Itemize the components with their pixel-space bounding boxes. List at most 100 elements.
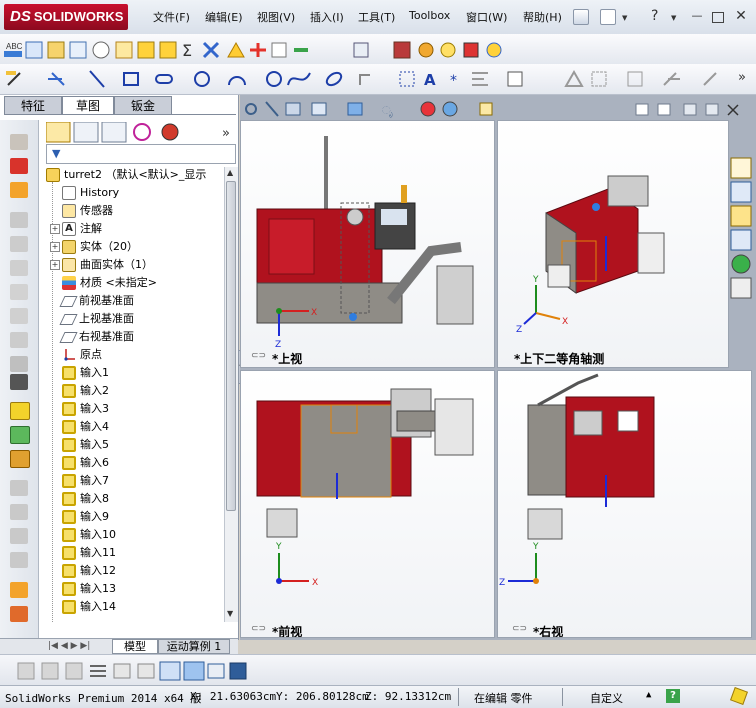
menu-insert[interactable]: 插入(I) [310,9,344,25]
tree-item-input[interactable]: 输入11 [50,544,116,562]
view-link-icon[interactable]: ⊂⊃ [512,624,527,634]
tree-item-input[interactable]: 输入4 [50,418,109,436]
menu-tools[interactable]: 工具(T) [358,9,395,25]
shell-icon[interactable] [10,332,28,348]
viewport-right[interactable]: Y Z ⊂⊃ *右视 [497,370,752,638]
tab-sketch[interactable]: 草图 [62,96,114,114]
tab-model[interactable]: 模型 [112,639,158,654]
tree-item-top-plane[interactable]: 上视基准面 [50,310,134,328]
help-icon[interactable]: ? [666,689,680,703]
chamfer-icon[interactable] [10,308,28,324]
tree-item-surface-bodies[interactable]: + 曲面实体（1） [50,256,153,274]
tree-item-history[interactable]: History [50,184,119,202]
spelling-icon: ABC [6,42,23,51]
chevron-down-icon[interactable]: ▼ [622,15,628,22]
tree-item-input[interactable]: 输入6 [50,454,109,472]
sweep-icon[interactable] [10,182,28,198]
new-document-icon[interactable] [600,9,616,25]
x-axis-label: X [562,317,568,327]
pin-icon[interactable] [573,9,589,25]
boundary-icon[interactable] [10,236,28,252]
expand-icon[interactable]: + [50,224,60,234]
view-link-icon[interactable]: ⊂⊃ [251,351,266,361]
tree-item-input[interactable]: 输入3 [50,400,109,418]
cut-icon[interactable] [10,260,28,276]
units-chevron-up-icon[interactable]: ▲ [646,690,651,700]
toolbar-overflow-icon[interactable]: » [738,70,746,85]
scroll-up-icon[interactable]: ▲ [227,168,233,177]
menu-help[interactable]: 帮助(H) [523,9,562,25]
tree-item-origin[interactable]: 原点 [50,346,102,364]
instant3d-icon[interactable] [10,450,30,468]
tree-item-input[interactable]: 输入7 [50,472,109,490]
tab-scroll-icons[interactable]: |◀ ◀ ▶ ▶| [48,641,90,651]
tree-item-input[interactable]: 输入2 [50,382,109,400]
reference-geometry-icon[interactable] [10,402,30,420]
tab-features[interactable]: 特征 [4,96,62,114]
tree-item-sensors[interactable]: 传感器 [50,202,113,220]
tree-item-input[interactable]: 输入5 [50,436,109,454]
scroll-thumb[interactable] [226,181,236,511]
tree-item-solid-bodies[interactable]: + 实体（20） [50,238,138,256]
revolve-icon[interactable] [10,158,28,174]
restore-button[interactable] [712,12,724,23]
menu-window[interactable]: 窗口(W) [466,9,507,25]
tab-divider [4,114,236,115]
tab-sheetmetal[interactable]: 钣金 [114,96,172,114]
close-button[interactable]: ✕ [734,9,748,23]
dimxpertmanager-tab-icon [133,123,151,141]
tag-icon[interactable] [730,687,748,705]
tree-item-input[interactable]: 输入1 [50,364,109,382]
loft-icon[interactable] [10,212,28,228]
minimize-button[interactable]: — [690,10,704,22]
tree-item-input[interactable]: 输入8 [50,490,109,508]
fillet-feature-icon[interactable] [10,284,28,300]
repair-icon [663,72,680,86]
tree-item-annotations[interactable]: + A 注解 [50,220,102,238]
bottom-toolbar [0,654,756,686]
tree-item-front-plane[interactable]: 前视基准面 [50,292,134,310]
draft-icon[interactable] [10,552,28,568]
expand-icon[interactable]: + [50,260,60,270]
status-units[interactable]: 自定义 [590,690,623,706]
delete-face-icon[interactable] [10,528,28,544]
standard-toolbar: ABC Σ [0,34,756,65]
filter-icon: ▼ [52,147,61,160]
save-view-icon [229,662,247,680]
tree-item-material[interactable]: 材质 <未指定> [50,274,157,292]
filter-field[interactable]: ▼ [46,144,236,164]
curves-icon[interactable] [10,426,30,444]
rib-icon[interactable] [10,374,28,390]
dome-icon[interactable] [10,606,28,622]
tab-motion-study[interactable]: 运动算例 1 [158,639,230,654]
tree-item-input[interactable]: 输入12 [50,562,116,580]
solidworks-logo[interactable]: DS SOLIDWORKS [4,4,128,30]
move-face-icon[interactable] [10,504,28,520]
viewport-front[interactable]: Y X ⊂⊃ *前视 [240,370,495,638]
tree-root[interactable]: turret2 （默认<默认>_显示 [46,166,206,184]
scroll-down-icon[interactable]: ▼ [227,609,233,618]
viewport-isometric[interactable]: Y X Z *上下二等角轴测 [497,120,729,368]
help-icon[interactable]: ? [651,8,658,24]
tree-item-right-plane[interactable]: 右视基准面 [50,328,134,346]
split-icon[interactable] [10,480,28,496]
model-right-view: Y Z [499,373,655,588]
view-link-icon[interactable]: ⊂⊃ [251,624,266,634]
pattern-feature-icon[interactable] [10,356,28,372]
wrap-icon[interactable] [10,582,28,598]
tree-item-input[interactable]: 输入10 [50,526,116,544]
menu-file[interactable]: 文件(F) [153,9,190,25]
tree-item-input[interactable]: 输入9 [50,508,109,526]
menu-toolbox[interactable]: Toolbox [409,9,450,22]
control-panel [573,410,603,436]
zoom-to-fit-icon [245,103,257,115]
menu-view[interactable]: 视图(V) [257,9,295,25]
expand-icon[interactable]: + [50,242,60,252]
menu-edit[interactable]: 编辑(E) [205,9,243,25]
tree-item-input[interactable]: 输入14 [50,598,116,616]
extrude-icon[interactable] [10,134,28,150]
chevron-down-icon[interactable]: ▼ [671,15,677,22]
tree-item-input[interactable]: 输入13 [50,580,116,598]
viewport-top[interactable]: X Z ⊂⊃ *上视 [240,120,495,368]
tree-scrollbar[interactable]: ▲ ▼ [224,167,238,622]
